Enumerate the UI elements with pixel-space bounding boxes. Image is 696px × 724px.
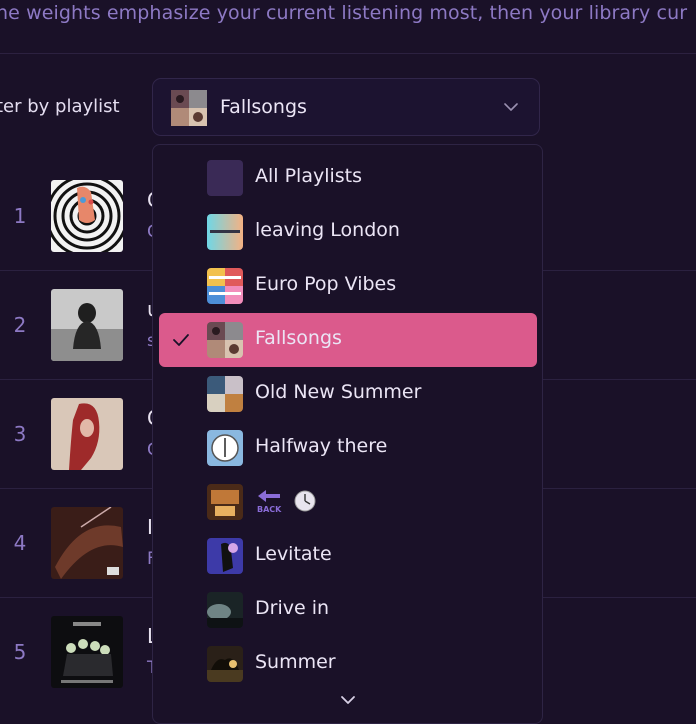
playlist-thumbnail xyxy=(207,322,243,358)
album-art xyxy=(51,180,123,252)
track-rank: 1 xyxy=(13,204,27,228)
track-rank: 2 xyxy=(13,313,27,337)
playlist-thumbnail xyxy=(207,592,243,628)
playlist-thumbnail xyxy=(207,160,243,196)
option-label: Summer xyxy=(255,651,336,673)
dropdown-option[interactable]: Halfway there xyxy=(159,421,537,475)
option-label: Euro Pop Vibes xyxy=(255,273,397,295)
checkmark-icon xyxy=(173,334,189,346)
dropdown-option[interactable]: Old New Summer xyxy=(159,367,537,421)
page-description: he weights emphasize your current listen… xyxy=(0,2,688,24)
dropdown-option-selected[interactable]: Fallsongs xyxy=(159,313,537,367)
option-label: Halfway there xyxy=(255,435,388,457)
option-label: Levitate xyxy=(255,543,332,565)
svg-text:BACK: BACK xyxy=(257,505,282,514)
clock-icon xyxy=(294,490,316,512)
album-art xyxy=(51,289,123,361)
playlist-thumbnail xyxy=(207,538,243,574)
dropdown-option[interactable]: Levitate xyxy=(159,529,537,583)
album-art xyxy=(51,616,123,688)
option-label: Drive in xyxy=(255,597,330,619)
playlist-thumbnail xyxy=(207,214,243,250)
divider xyxy=(0,53,696,54)
playlist-filter-label: ter by playlist xyxy=(0,96,120,117)
option-label: Old New Summer xyxy=(255,381,422,403)
dropdown-option[interactable]: All Playlists xyxy=(159,151,537,205)
album-art xyxy=(51,398,123,470)
playlist-thumbnail xyxy=(207,268,243,304)
option-label: Fallsongs xyxy=(255,327,342,349)
dropdown-option[interactable]: Drive in xyxy=(159,583,537,637)
selected-playlist: Fallsongs xyxy=(220,96,307,118)
dropdown-option[interactable]: leaving London xyxy=(159,205,537,259)
playlist-select[interactable]: Fallsongs xyxy=(152,78,540,136)
track-rank: 3 xyxy=(13,422,27,446)
dropdown-option[interactable]: BACK xyxy=(159,475,537,529)
track-rank: 4 xyxy=(13,531,27,555)
dropdown-option[interactable]: Euro Pop Vibes xyxy=(159,259,537,313)
dropdown-option[interactable]: Summer xyxy=(159,637,537,691)
chevron-down-icon xyxy=(504,103,518,111)
album-art xyxy=(51,507,123,579)
playlist-dropdown: All Playlists leaving London Euro Pop Vi… xyxy=(152,144,543,724)
option-label: All Playlists xyxy=(255,165,363,187)
track-rank: 5 xyxy=(13,640,27,664)
playlist-thumbnail xyxy=(207,646,243,682)
option-label: leaving London xyxy=(255,219,400,241)
clock-thumbnail xyxy=(207,430,243,466)
chevron-down-icon[interactable] xyxy=(339,693,357,707)
playlist-thumbnail xyxy=(171,90,207,126)
back-arrow-icon: BACK xyxy=(257,490,282,514)
playlist-thumbnail xyxy=(207,376,243,412)
playlist-thumbnail xyxy=(207,484,243,520)
